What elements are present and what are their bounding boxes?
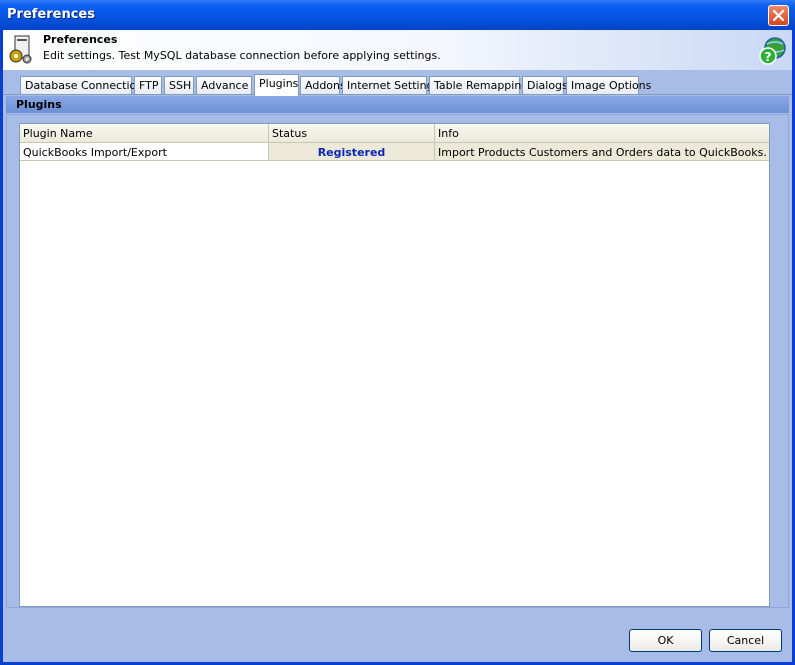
- cancel-button[interactable]: Cancel: [709, 629, 782, 652]
- tab-advanced[interactable]: Advance: [196, 76, 252, 94]
- help-globe-icon[interactable]: ?: [758, 36, 788, 66]
- table-row[interactable]: QuickBooks Import/Export Registered Impo…: [20, 143, 769, 161]
- column-header-status[interactable]: Status: [269, 124, 435, 142]
- window-title: Preferences: [7, 7, 95, 22]
- section-title: Plugins: [16, 98, 62, 111]
- header-title: Preferences: [43, 33, 118, 46]
- cell-status[interactable]: Registered: [269, 143, 435, 161]
- close-icon: [772, 9, 785, 22]
- cell-info[interactable]: Import Products Customers and Orders dat…: [435, 143, 769, 161]
- dialog-header: Preferences Edit settings. Test MySQL da…: [3, 30, 792, 70]
- title-bar[interactable]: Preferences: [0, 0, 795, 30]
- section-header: Plugins: [6, 96, 789, 113]
- tab-database-connection[interactable]: Database Connection: [20, 76, 143, 94]
- tab-strip: Database Connection FTP SSH Advance Plug…: [3, 74, 792, 96]
- plugins-panel: Plugin Name Status Info QuickBooks Impor…: [6, 114, 789, 608]
- column-header-info[interactable]: Info: [435, 124, 769, 142]
- column-header-plugin-name[interactable]: Plugin Name: [20, 124, 269, 142]
- header-subtitle: Edit settings. Test MySQL database conne…: [43, 49, 441, 62]
- tab-table-remapping[interactable]: Table Remapping: [429, 76, 528, 94]
- preferences-gears-icon: [9, 35, 32, 64]
- preferences-window: Preferences Preferences Edit settings. T…: [0, 0, 795, 665]
- tab-image-options[interactable]: Image Options: [566, 76, 651, 94]
- dialog-client: Preferences Edit settings. Test MySQL da…: [3, 30, 792, 662]
- plugins-grid[interactable]: Plugin Name Status Info QuickBooks Impor…: [19, 123, 770, 607]
- tab-ftp[interactable]: FTP: [134, 76, 162, 94]
- ok-button[interactable]: OK: [629, 629, 702, 652]
- tab-plugins[interactable]: Plugins: [254, 74, 299, 96]
- tab-dialogs[interactable]: Dialogs: [522, 76, 568, 94]
- cell-plugin-name[interactable]: QuickBooks Import/Export: [20, 143, 269, 161]
- tab-ssh[interactable]: SSH: [164, 76, 194, 94]
- grid-header: Plugin Name Status Info: [20, 124, 769, 143]
- tab-addons[interactable]: Addons: [300, 76, 346, 94]
- svg-text:?: ?: [765, 50, 772, 64]
- close-button[interactable]: [768, 5, 789, 26]
- tab-divider: [3, 94, 792, 95]
- tab-internet-settings[interactable]: Internet Settings: [342, 76, 439, 94]
